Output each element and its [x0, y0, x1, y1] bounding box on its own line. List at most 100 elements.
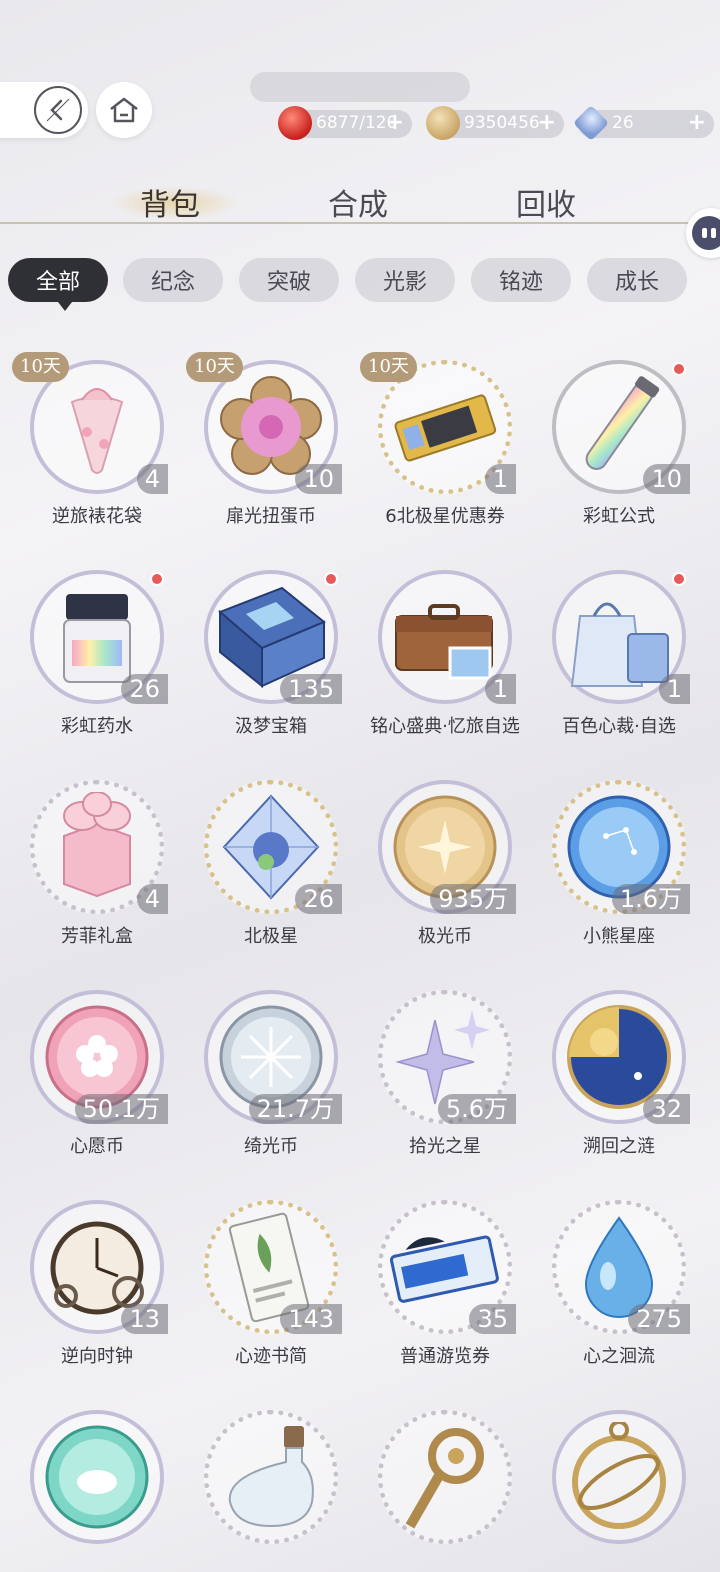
- item-count: 4: [136, 464, 168, 494]
- item-slot[interactable]: 1.6万 小熊星座: [530, 780, 700, 980]
- item-count: 5.6万: [437, 1094, 516, 1124]
- item-name: 普通游览券: [400, 1346, 490, 1367]
- item-slot[interactable]: 35 普通游览券: [356, 1200, 526, 1400]
- item-name: 小熊星座: [583, 926, 655, 947]
- item-name: 6北极星优惠券: [385, 506, 505, 527]
- chat-button[interactable]: [686, 208, 720, 258]
- item-slot[interactable]: 143 心迹书简: [182, 1200, 352, 1400]
- tab-synthesis[interactable]: 合成: [328, 180, 388, 224]
- astrolabe-icon: [572, 1422, 666, 1529]
- item-count: 10: [643, 464, 690, 494]
- item-name: 铭心盛典·忆旅自选: [370, 716, 520, 737]
- item-slot[interactable]: 4 芳菲礼盒: [8, 780, 178, 980]
- moon-bottle-icon: [228, 1426, 314, 1528]
- item-count: 10: [295, 464, 342, 494]
- item-name: 汲梦宝箱: [235, 716, 307, 737]
- key-icon: [405, 1428, 484, 1529]
- item-slot[interactable]: 32 溯回之涟: [530, 990, 700, 1190]
- new-item-dot: [324, 572, 338, 586]
- item-slot[interactable]: [530, 1410, 700, 1572]
- item-name: 心愿币: [70, 1136, 124, 1157]
- item-slot[interactable]: 1 百色心裁·自选: [530, 570, 700, 770]
- item-count: 13: [121, 1304, 168, 1334]
- apple-icon: [278, 106, 312, 140]
- tab-divider: [0, 222, 695, 224]
- item-slot[interactable]: 13 逆向时钟: [8, 1200, 178, 1400]
- filter-breakthrough[interactable]: 突破: [239, 258, 339, 302]
- resource-gold: 9350456 +: [426, 106, 564, 140]
- top-status-pill: [250, 72, 470, 102]
- resource-diamond: 26 +: [572, 104, 714, 142]
- expiry-badge: 10天: [186, 352, 243, 382]
- item-slot[interactable]: 50.1万 心愿币: [8, 990, 178, 1190]
- tab-recycle[interactable]: 回收: [516, 180, 576, 224]
- item-count: 1: [484, 464, 516, 494]
- new-item-dot: [672, 572, 686, 586]
- item-count: 135: [280, 674, 342, 704]
- add-stamina-button[interactable]: +: [386, 110, 404, 135]
- item-name: 溯回之涟: [583, 1136, 655, 1157]
- item-slot[interactable]: 10 10天 扉光扭蛋币: [182, 352, 352, 560]
- new-item-dot: [150, 572, 164, 586]
- item-name: 绮光币: [244, 1136, 298, 1157]
- item-slot[interactable]: 135 汲梦宝箱: [182, 570, 352, 770]
- item-name: 芳菲礼盒: [61, 926, 133, 947]
- item-count: 275: [628, 1304, 690, 1334]
- gift-bag-icon: [570, 602, 669, 687]
- item-name: 扉光扭蛋币: [226, 506, 316, 527]
- tab-backpack[interactable]: 背包: [140, 180, 200, 224]
- diamond-icon: [572, 104, 610, 142]
- item-slot[interactable]: 935万 极光币: [356, 780, 526, 980]
- item-name: 彩虹药水: [61, 716, 133, 737]
- item-slot[interactable]: 1 10天 6北极星优惠券: [356, 352, 526, 560]
- filter-memorial[interactable]: 纪念: [123, 258, 223, 302]
- add-diamond-button[interactable]: +: [688, 110, 706, 135]
- add-gold-button[interactable]: +: [538, 110, 556, 135]
- piping-bag-icon: [70, 388, 124, 474]
- home-icon: [110, 97, 138, 123]
- item-count: 35: [469, 1304, 516, 1334]
- filter-light-shadow[interactable]: 光影: [355, 258, 455, 302]
- suitcase-icon: [395, 604, 493, 680]
- item-slot[interactable]: [8, 1410, 178, 1572]
- chat-icon: [692, 216, 720, 250]
- flower-box-icon: [63, 792, 131, 898]
- item-slot[interactable]: 4 10天 逆旅裱花袋: [8, 352, 178, 560]
- item-count: 1: [484, 674, 516, 704]
- item-count: 50.1万: [74, 1094, 168, 1124]
- item-name: 心迹书简: [235, 1346, 307, 1367]
- item-count: 26: [121, 674, 168, 704]
- expiry-badge: 10天: [360, 352, 417, 382]
- item-slot[interactable]: 1 铭心盛典·忆旅自选: [356, 570, 526, 770]
- filter-all[interactable]: 全部: [8, 258, 108, 311]
- item-slot[interactable]: 26 彩虹药水: [8, 570, 178, 770]
- filter-growth[interactable]: 成长: [587, 258, 687, 302]
- item-count: 32: [643, 1094, 690, 1124]
- item-name: 逆向时钟: [61, 1346, 133, 1367]
- item-name: 百色心裁·自选: [562, 716, 676, 737]
- item-count: 935万: [430, 884, 516, 914]
- item-count: 26: [295, 884, 342, 914]
- item-count: 4: [136, 884, 168, 914]
- back-arrow-icon: [34, 86, 82, 134]
- coin-icon: [426, 106, 460, 140]
- new-item-dot: [672, 362, 686, 376]
- item-slot[interactable]: 26 北极星: [182, 780, 352, 980]
- diamond-value: 26: [612, 113, 634, 133]
- item-slot[interactable]: 21.7万 绮光币: [182, 990, 352, 1190]
- item-count: 143: [280, 1304, 342, 1334]
- back-button[interactable]: [0, 82, 88, 138]
- gold-value: 9350456: [464, 113, 540, 133]
- item-slot[interactable]: 5.6万 拾光之星: [356, 990, 526, 1190]
- item-count: 21.7万: [248, 1094, 342, 1124]
- filter-engraving[interactable]: 铭迹: [471, 258, 571, 302]
- item-count: 1.6万: [611, 884, 690, 914]
- home-button[interactable]: [96, 82, 152, 138]
- item-slot[interactable]: [356, 1410, 526, 1572]
- item-name: 逆旅裱花袋: [52, 506, 142, 527]
- candy-coin-icon: [45, 1425, 149, 1529]
- item-name: 极光币: [418, 926, 472, 947]
- item-slot[interactable]: [182, 1410, 352, 1572]
- item-slot[interactable]: 10 彩虹公式: [530, 360, 700, 560]
- item-slot[interactable]: 275 心之洄流: [530, 1200, 700, 1400]
